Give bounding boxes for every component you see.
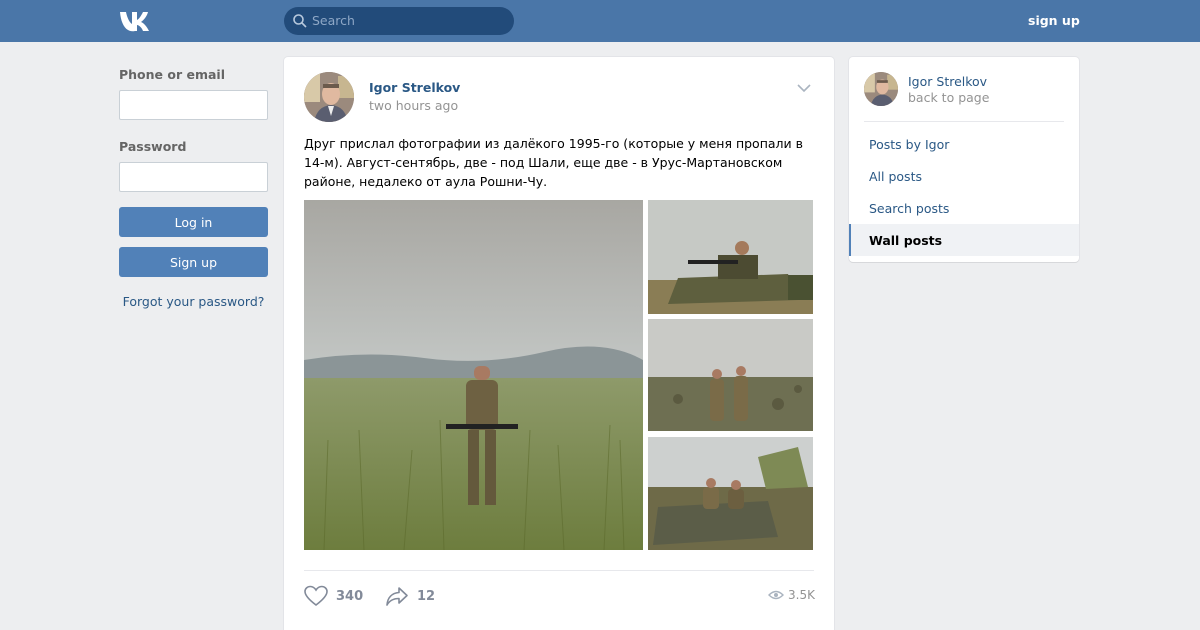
forgot-password-link[interactable]: Forgot your password?	[119, 294, 268, 309]
side-divider	[864, 121, 1064, 122]
like-button[interactable]: 340	[304, 585, 363, 607]
menu-all-posts[interactable]: All posts	[849, 160, 1079, 192]
side-avatar[interactable]	[864, 72, 898, 106]
login-form: Phone or email Password Log in Sign up F…	[119, 67, 268, 309]
share-arrow-icon	[386, 587, 408, 606]
like-count: 340	[336, 588, 364, 604]
search-placeholder: Search	[312, 13, 355, 28]
post-photo-main[interactable]	[304, 200, 643, 550]
top-navigation-bar: Search sign up	[0, 0, 1200, 42]
post-photo-2[interactable]	[648, 200, 813, 314]
post-text: Друг прислал фотографии из далёкого 1995…	[304, 136, 803, 189]
signup-button[interactable]: Sign up	[119, 247, 268, 277]
post-photo-4[interactable]	[648, 437, 813, 550]
menu-wall-posts[interactable]: Wall posts	[849, 224, 1079, 256]
eye-icon	[768, 590, 784, 600]
password-field[interactable]	[119, 162, 268, 192]
password-label: Password	[119, 139, 187, 154]
share-button[interactable]: 12	[385, 585, 435, 607]
views-counter: 3.5K	[768, 588, 815, 602]
header-signup-link[interactable]: sign up	[1028, 13, 1080, 28]
menu-search-posts[interactable]: Search posts	[849, 192, 1079, 224]
post-photo-3[interactable]	[648, 319, 813, 431]
author-avatar[interactable]	[304, 72, 354, 122]
phone-label: Phone or email	[119, 67, 225, 82]
menu-posts-by-igor[interactable]: Posts by Igor	[849, 128, 1079, 160]
post-author[interactable]: Igor Strelkov	[369, 80, 460, 95]
share-count: 12	[417, 588, 436, 604]
side-author-name[interactable]: Igor Strelkov	[908, 74, 987, 89]
chevron-down-icon[interactable]	[796, 83, 812, 93]
login-button[interactable]: Log in	[119, 207, 268, 237]
vk-logo-icon[interactable]	[118, 9, 154, 33]
wall-post: Igor Strelkov two hours ago Друг прислал…	[284, 57, 834, 630]
search-icon	[293, 14, 307, 28]
phone-email-field[interactable]	[119, 90, 268, 120]
back-to-page-link[interactable]: back to page	[908, 90, 989, 105]
author-side-panel: Igor Strelkov back to page Posts by Igor…	[849, 57, 1079, 262]
heart-icon	[304, 585, 328, 607]
post-time[interactable]: two hours ago	[369, 98, 458, 113]
search-input[interactable]: Search	[284, 7, 514, 35]
post-divider	[304, 570, 814, 571]
views-count: 3.5K	[788, 588, 815, 602]
